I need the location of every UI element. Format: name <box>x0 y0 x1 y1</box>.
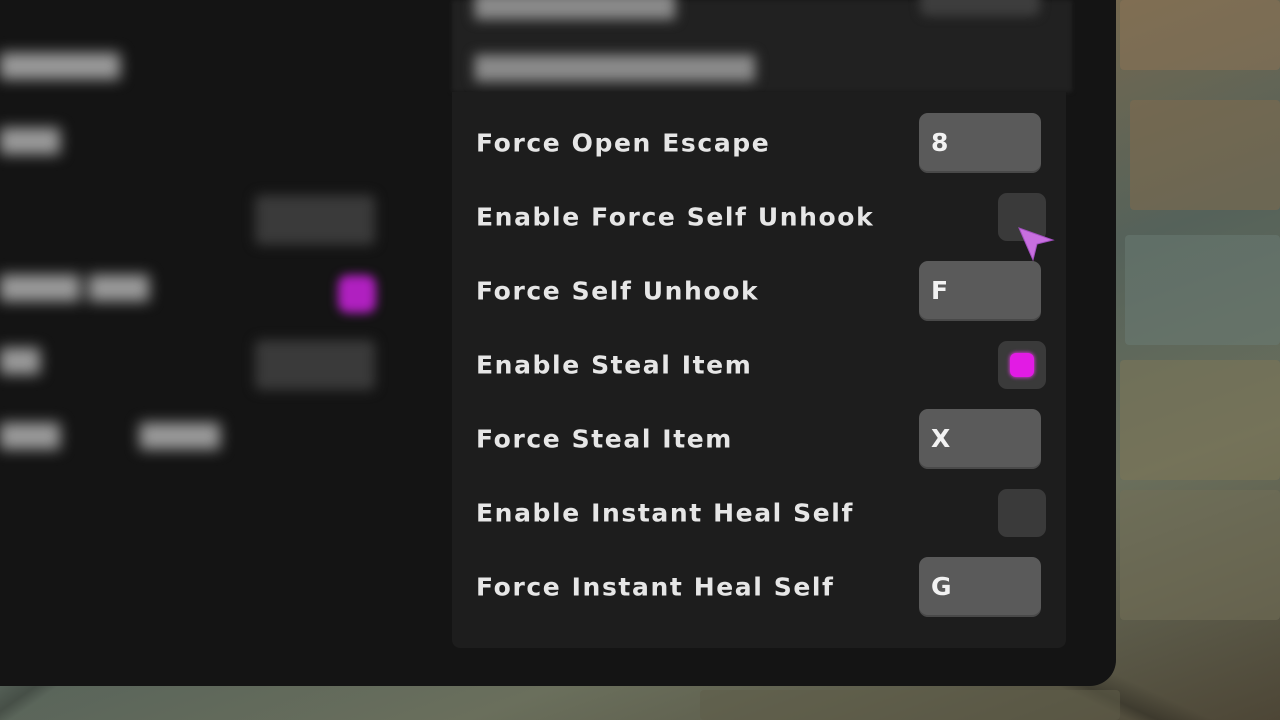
toggle-enable-steal-item[interactable] <box>998 341 1046 389</box>
row-force-instant-heal-self: Force Instant Heal Self G <box>452 550 1066 624</box>
blurred-toggle <box>338 275 376 313</box>
row-label: Force Open Escape <box>476 128 771 158</box>
settings-panel: Force Open Escape 8 Enable Force Self Un… <box>452 92 1066 648</box>
keybind-force-instant-heal-self[interactable]: G <box>919 557 1041 617</box>
blurred-text: ▇▇ <box>0 345 40 375</box>
blurred-box <box>255 195 375 245</box>
blurred-text: ▇▇▇▇▇▇▇▇▇▇▇▇▇▇ <box>475 52 755 82</box>
blurred-text: ▇▇▇▇▇▇▇▇▇▇ <box>475 0 675 20</box>
floor-tile <box>1125 235 1280 345</box>
keybind-force-steal-item[interactable]: X <box>919 409 1041 469</box>
floor-tile <box>1120 0 1280 70</box>
floor-tile <box>1120 490 1280 620</box>
toggle-enable-instant-heal-self[interactable] <box>998 489 1046 537</box>
row-enable-instant-heal-self: Enable Instant Heal Self <box>452 476 1066 550</box>
row-label: Force Steal Item <box>476 424 733 454</box>
checked-indicator <box>1010 353 1034 377</box>
pointer-arrow-icon <box>1018 227 1055 262</box>
row-force-open-escape: Force Open Escape 8 <box>452 106 1066 180</box>
blurred-text: ▇▇▇▇▇▇ <box>0 50 120 80</box>
blurred-text: ▇▇▇▇ <box>140 420 220 450</box>
blurred-box <box>255 340 375 390</box>
row-label: Enable Steal Item <box>476 350 753 380</box>
row-enable-force-self-unhook: Enable Force Self Unhook <box>452 180 1066 254</box>
row-label: Enable Force Self Unhook <box>476 202 875 232</box>
floor-tile <box>1120 360 1280 480</box>
row-enable-steal-item: Enable Steal Item <box>452 328 1066 402</box>
row-label: Enable Instant Heal Self <box>476 498 854 528</box>
keybind-force-self-unhook[interactable]: F <box>919 261 1041 321</box>
row-label: Force Instant Heal Self <box>476 572 835 602</box>
blurred-text: ▇▇▇ <box>0 125 60 155</box>
row-force-self-unhook: Force Self Unhook F <box>452 254 1066 328</box>
row-force-steal-item: Force Steal Item X <box>452 402 1066 476</box>
blurred-text: ▇▇▇▇ ▇▇▇ <box>0 272 150 302</box>
floor-tile <box>700 690 1120 720</box>
blurred-box <box>920 0 1040 16</box>
row-label: Force Self Unhook <box>476 276 760 306</box>
floor-tile <box>1130 100 1280 210</box>
blurred-text: ▇▇▇ <box>0 420 60 450</box>
keybind-force-open-escape[interactable]: 8 <box>919 113 1041 173</box>
